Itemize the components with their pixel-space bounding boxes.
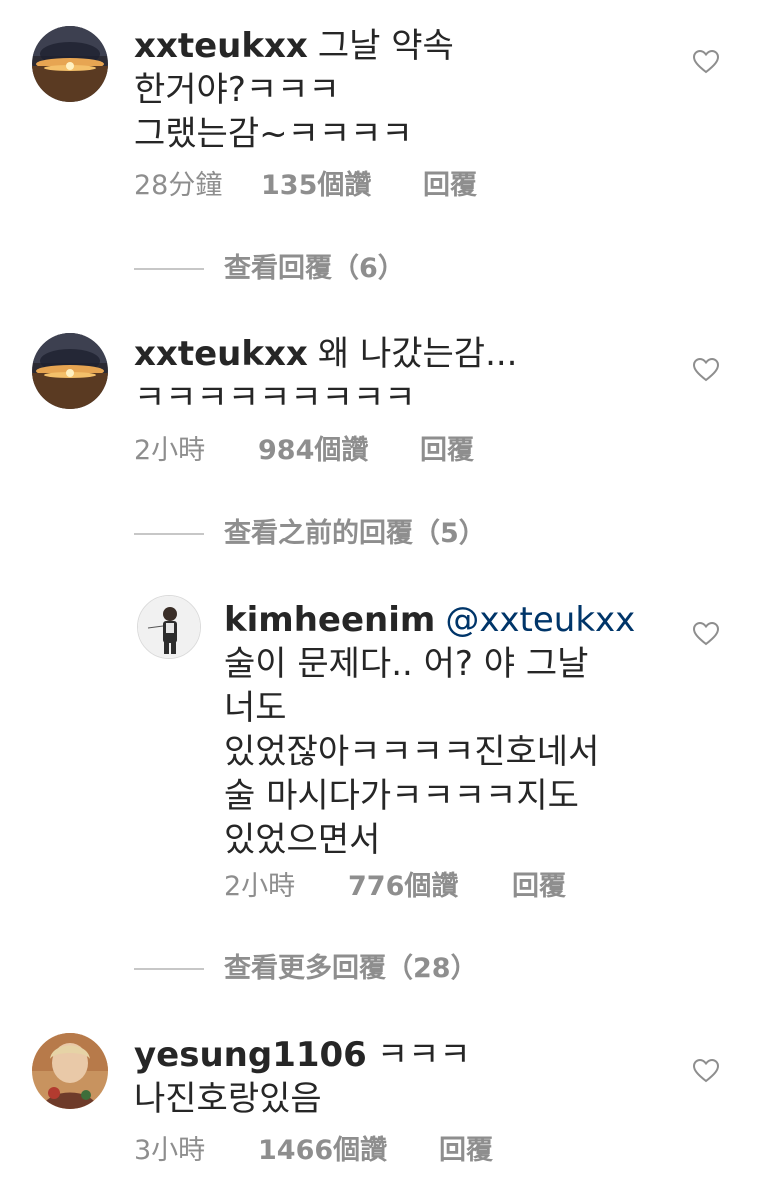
likes-count[interactable]: 1466個讚 xyxy=(258,1133,439,1169)
comment-text: 한거야?ㅋㅋㅋ xyxy=(134,70,340,110)
comment-body: xxteukxx 그날 약속 한거야?ㅋㅋㅋ 그랬는감~ㅋㅋㅋㅋ xyxy=(134,24,654,156)
divider-line xyxy=(134,533,204,535)
view-replies-label[interactable]: 查看更多回覆（28） xyxy=(224,953,478,984)
likes-count[interactable]: 135個讚 xyxy=(261,168,423,204)
portrait-avatar-icon xyxy=(32,1033,108,1109)
likes-count[interactable]: 776個讚 xyxy=(348,869,512,905)
sunset-avatar-icon xyxy=(32,26,108,102)
comment-time: 3小時 xyxy=(134,1135,206,1166)
view-replies-label[interactable]: 查看回覆（6） xyxy=(224,253,405,284)
comment-username[interactable]: xxteukxx xyxy=(134,26,308,66)
heart-icon[interactable] xyxy=(693,50,719,74)
sunset-avatar-icon xyxy=(32,333,108,409)
user-avatar[interactable] xyxy=(32,26,108,102)
comment-text: 술 마시다가ㅋㅋㅋㅋ지도 xyxy=(224,776,579,816)
comment-text: ㅋㅋㅋ xyxy=(376,1035,471,1075)
comment-username[interactable]: yesung1106 xyxy=(134,1035,367,1075)
heart-icon[interactable] xyxy=(693,1059,719,1083)
person-avatar-icon xyxy=(138,596,200,658)
comment-text: 그날 약속 xyxy=(317,26,454,66)
view-replies-button[interactable]: 查看更多回覆（28） xyxy=(134,951,478,987)
comment-username[interactable]: kimheenim xyxy=(224,600,435,640)
view-replies-button[interactable]: 查看之前的回覆（5） xyxy=(134,516,486,552)
comment-text: 술이 문제다.. 어? 야 그날 xyxy=(224,644,589,684)
reply-button[interactable]: 回覆 xyxy=(439,1133,493,1169)
comment-body: yesung1106 ㅋㅋㅋ 나진호랑있음 xyxy=(134,1033,654,1121)
comment-meta: 28分鐘 135個讚 回覆 xyxy=(134,168,477,204)
divider-line xyxy=(134,268,204,270)
comment-username[interactable]: xxteukxx xyxy=(134,334,308,374)
view-replies-button[interactable]: 查看回覆（6） xyxy=(134,251,405,287)
reply-button[interactable]: 回覆 xyxy=(420,433,474,469)
comment-meta: 2小時 776個讚 回覆 xyxy=(224,869,566,905)
comment-text: 나진호랑있음 xyxy=(134,1079,322,1119)
heart-icon[interactable] xyxy=(693,358,719,382)
reply-button[interactable]: 回覆 xyxy=(423,168,477,204)
comment-text: 너도 xyxy=(224,688,287,728)
comment-meta: 2小時 984個讚 回覆 xyxy=(134,433,474,469)
comment-text: 있었으면서 xyxy=(224,820,381,860)
comment-meta: 3小時 1466個讚 回覆 xyxy=(134,1133,493,1169)
comment-text: 왜 나갔는감... xyxy=(317,334,518,374)
comment-text: 그랬는감~ㅋㅋㅋㅋ xyxy=(134,114,413,154)
comment-text: 있었잖아ㅋㅋㅋㅋ진호네서 xyxy=(224,732,600,772)
heart-icon[interactable] xyxy=(693,622,719,646)
comment-text: ㅋㅋㅋㅋㅋㅋㅋㅋㅋ xyxy=(134,378,416,418)
divider-line xyxy=(134,968,204,970)
user-avatar[interactable] xyxy=(32,333,108,409)
comment-body: xxteukxx 왜 나갔는감... ㅋㅋㅋㅋㅋㅋㅋㅋㅋ xyxy=(134,332,654,420)
comment-body: kimheenim @xxteukxx 술이 문제다.. 어? 야 그날 너도 있… xyxy=(224,598,664,862)
user-avatar[interactable] xyxy=(137,595,201,659)
comment-time: 28分鐘 xyxy=(134,170,223,201)
comment-time: 2小時 xyxy=(224,871,296,902)
comment-time: 2小時 xyxy=(134,435,206,466)
reply-button[interactable]: 回覆 xyxy=(512,869,566,905)
likes-count[interactable]: 984個讚 xyxy=(258,433,420,469)
mention-link[interactable]: @xxteukxx xyxy=(445,600,635,640)
view-replies-label[interactable]: 查看之前的回覆（5） xyxy=(224,518,486,549)
user-avatar[interactable] xyxy=(32,1033,108,1109)
